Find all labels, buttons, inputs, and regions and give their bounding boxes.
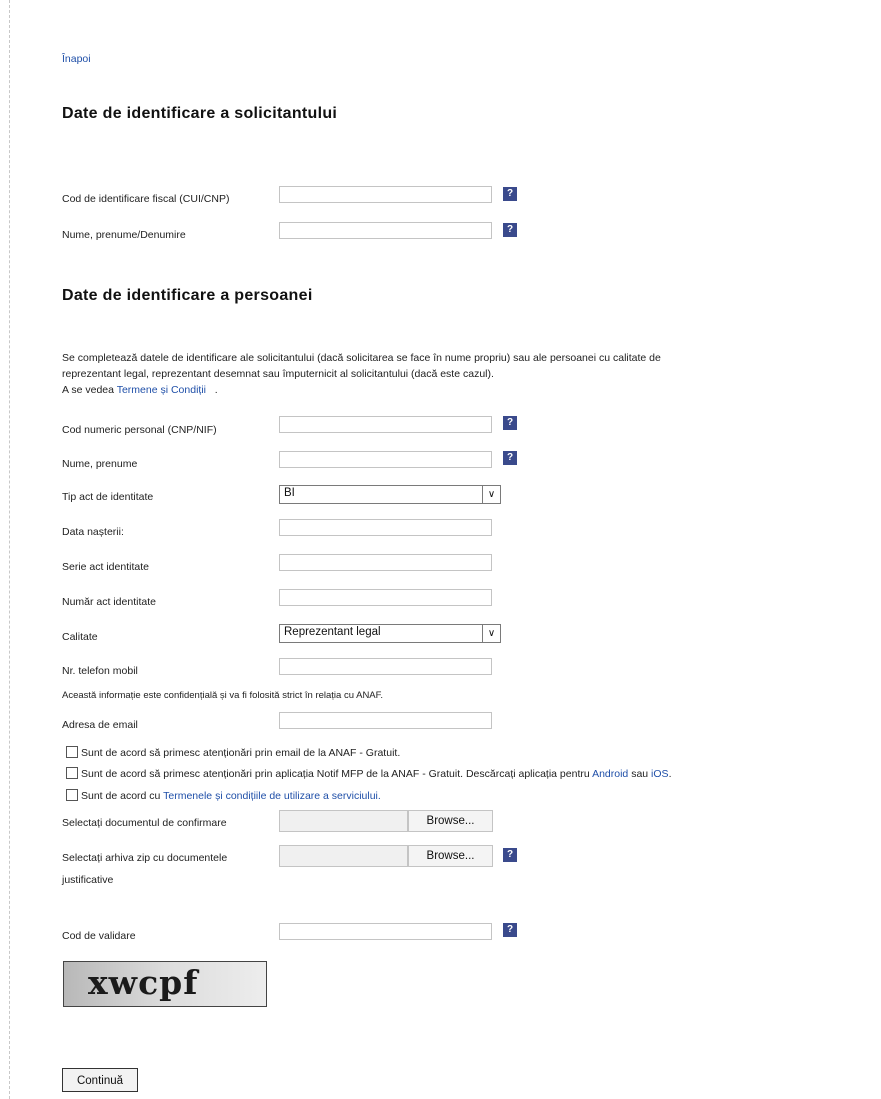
validation-code-label: Cod de validare	[62, 930, 136, 942]
see-terms-line: A se vedea Termene și Condiții .	[62, 382, 832, 398]
confirm-doc-path[interactable]	[279, 810, 408, 832]
terms-checkbox[interactable]	[66, 789, 78, 801]
role-value: Reprezentant legal	[284, 626, 381, 638]
cnp-help-icon[interactable]: ?	[503, 416, 517, 430]
fiscal-code-input[interactable]	[279, 186, 492, 203]
id-type-label: Tip act de identitate	[62, 491, 154, 503]
back-link[interactable]: Înapoi	[62, 53, 91, 65]
role-label: Calitate	[62, 631, 98, 643]
applicant-name-input[interactable]	[279, 222, 492, 239]
email-label: Adresa de email	[62, 719, 138, 731]
id-series-input[interactable]	[279, 554, 492, 571]
android-link[interactable]: Android	[592, 768, 628, 780]
zip-path[interactable]	[279, 845, 408, 867]
person-intro-text: Se completează datele de identificare al…	[62, 350, 832, 398]
id-number-input[interactable]	[279, 589, 492, 606]
zip-label: Selectați arhiva zip cu documentele	[62, 852, 228, 864]
person-name-input[interactable]	[279, 451, 492, 468]
captcha-image: xwcpf	[63, 961, 267, 1007]
id-number-label: Număr act identitate	[62, 596, 156, 608]
fiscal-code-help-icon[interactable]: ?	[503, 187, 517, 201]
fiscal-code-label: Cod de identificare fiscal (CUI/CNP)	[62, 193, 230, 205]
zip-help-icon[interactable]: ?	[503, 848, 517, 862]
validation-help-icon[interactable]: ?	[503, 923, 517, 937]
role-select[interactable]: Reprezentant legal ∨	[279, 624, 501, 643]
app-alerts-consent[interactable]: Sunt de acord să primesc atenționări pri…	[66, 767, 671, 780]
email-input[interactable]	[279, 712, 492, 729]
id-type-select[interactable]: BI ∨	[279, 485, 501, 504]
section-title-applicant: Date de identificare a solicitantului	[62, 105, 338, 122]
continue-button[interactable]: Continuă	[62, 1068, 138, 1092]
section-title-person: Date de identificare a persoanei	[62, 287, 313, 304]
app-alerts-text: Sunt de acord să primesc atenționări pri…	[81, 768, 590, 780]
terms-link[interactable]: Termene și Condiții	[117, 384, 206, 396]
cnp-input[interactable]	[279, 416, 492, 433]
birth-date-input[interactable]	[279, 519, 492, 536]
confirm-doc-file-input[interactable]: Browse...	[279, 810, 493, 832]
captcha-text: xwcpf	[88, 963, 199, 1002]
validation-code-input[interactable]	[279, 923, 492, 940]
ios-suffix: .	[668, 768, 672, 780]
email-alerts-text: Sunt de acord să primesc atenționări pri…	[81, 747, 401, 759]
terms-prefix: Sunt de acord cu	[81, 790, 161, 802]
cnp-label: Cod numeric personal (CNP/NIF)	[62, 424, 217, 436]
zip-browse-button[interactable]: Browse...	[408, 845, 493, 867]
id-type-value: BI	[284, 487, 295, 499]
chevron-down-icon[interactable]: ∨	[482, 625, 500, 642]
person-name-label: Nume, prenume	[62, 458, 138, 470]
id-series-label: Serie act identitate	[62, 561, 149, 573]
page-border	[9, 0, 10, 1099]
email-alerts-consent[interactable]: Sunt de acord să primesc atenționări pri…	[66, 746, 400, 759]
zip-label-cont: justificative	[62, 874, 114, 886]
see-prefix: A se vedea	[62, 384, 114, 396]
confirm-doc-label: Selectați documentul de confirmare	[62, 817, 227, 829]
applicant-name-label: Nume, prenume/Denumire	[62, 229, 186, 241]
person-name-help-icon[interactable]: ?	[503, 451, 517, 465]
intro-line-2: reprezentant legal, reprezentant desemna…	[62, 368, 494, 380]
chevron-down-icon[interactable]: ∨	[482, 486, 500, 503]
terms-consent[interactable]: Sunt de acord cu Termenele și condițiile…	[66, 789, 381, 802]
applicant-name-help-icon[interactable]: ?	[503, 223, 517, 237]
see-suffix: .	[214, 384, 218, 396]
app-alerts-checkbox[interactable]	[66, 767, 78, 779]
service-terms-link[interactable]: Termenele și condițiile de utilizare a s…	[163, 790, 381, 802]
intro-line-1: Se completează datele de identificare al…	[62, 352, 661, 364]
birth-date-label: Data nașterii:	[62, 526, 124, 538]
phone-note: Această informație este confidențială și…	[62, 690, 384, 701]
confirm-doc-browse-button[interactable]: Browse...	[408, 810, 493, 832]
zip-file-input[interactable]: Browse...	[279, 845, 493, 867]
or-text: sau	[631, 768, 649, 780]
email-alerts-checkbox[interactable]	[66, 746, 78, 758]
ios-link[interactable]: iOS	[651, 768, 669, 780]
phone-label: Nr. telefon mobil	[62, 665, 138, 677]
phone-input[interactable]	[279, 658, 492, 675]
